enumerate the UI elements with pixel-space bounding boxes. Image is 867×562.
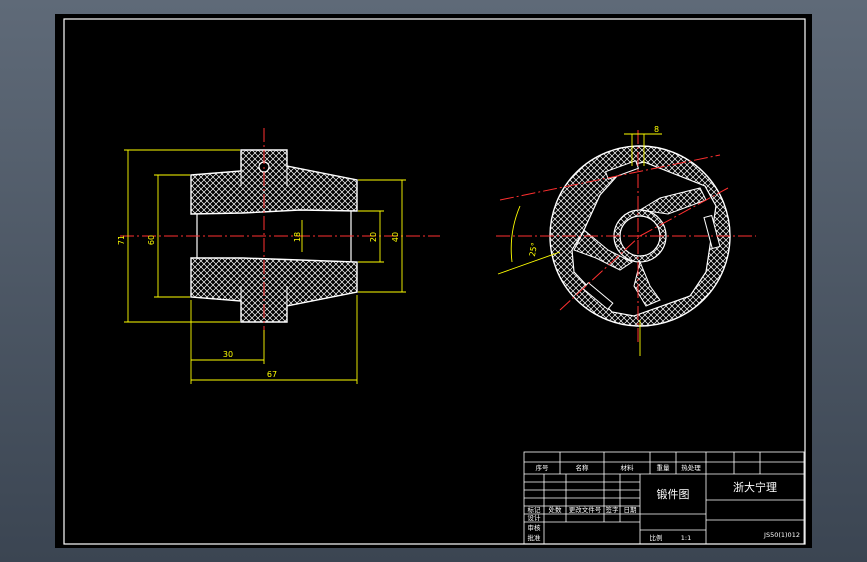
dim-slot-width: 8 <box>654 125 659 134</box>
scale-value: 1:1 <box>681 534 691 542</box>
header-heat-treatment: 热处理 <box>681 463 701 472</box>
row-label-count: 处数 <box>549 505 563 514</box>
header-material: 材料 <box>621 463 635 472</box>
drawing-name: 锻件图 <box>657 487 690 501</box>
row-label-sign: 签字 <box>606 505 620 514</box>
company-name: 浙大宁理 <box>733 480 777 494</box>
left-label-design: 设计 <box>528 513 542 522</box>
row-label-date: 日期 <box>624 506 638 514</box>
scale-label: 比例 <box>650 533 663 542</box>
row-label-change-doc: 更改文件号 <box>569 505 602 514</box>
header-name: 名称 <box>576 463 590 472</box>
dim-bore-diameter: 18 <box>293 232 302 242</box>
dim-inner-diameter: 20 <box>369 232 378 242</box>
dim-overall-length: 67 <box>267 370 277 379</box>
header-index: 序号 <box>536 463 550 472</box>
cad-viewport: 71 60 18 20 40 30 67 8 25° 序号 名称 材料 重量 热… <box>0 0 867 562</box>
row-label-mark: 标记 <box>528 505 542 514</box>
left-label-review: 审核 <box>528 523 542 532</box>
drawing-number: JS50(1)012 <box>763 531 800 539</box>
drawing-canvas: 71 60 18 20 40 30 67 8 25° 序号 名称 材料 重量 热… <box>55 14 812 548</box>
dim-flange-height: 60 <box>147 235 156 245</box>
dim-end-diameter: 40 <box>391 232 400 242</box>
header-weight: 重量 <box>657 464 671 472</box>
dim-half-length: 30 <box>223 350 233 359</box>
left-label-approve: 批准 <box>528 533 542 542</box>
dim-overall-height: 71 <box>117 235 126 245</box>
